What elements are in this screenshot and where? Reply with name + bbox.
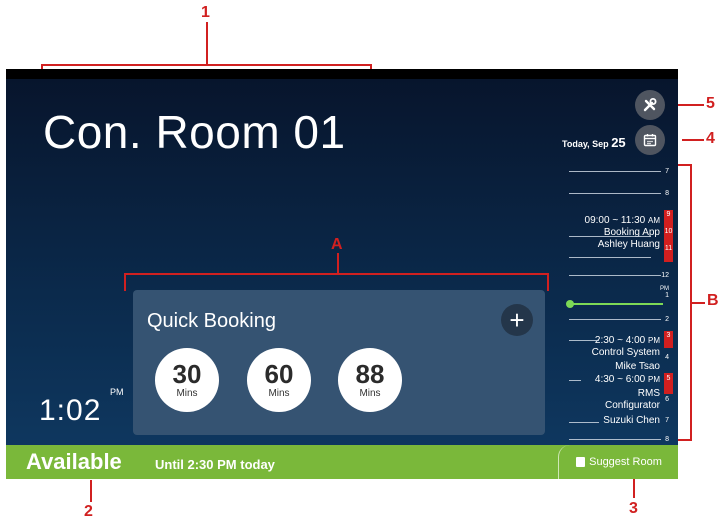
hour-label: 9 <box>666 211 671 218</box>
calendar-button[interactable] <box>635 125 665 155</box>
booked-block: 3 <box>664 331 673 348</box>
hour-label: 6 <box>665 396 669 403</box>
booking-3-host: Suzuki Chen <box>603 415 660 426</box>
hour-line <box>569 257 651 258</box>
hour-line <box>569 275 661 276</box>
annotation-1: 1 <box>201 4 210 21</box>
add-booking-button[interactable]: + <box>501 304 533 336</box>
hour-line <box>569 236 651 237</box>
current-time-line <box>569 303 663 305</box>
current-time-dot <box>566 300 574 308</box>
status-label: Available <box>26 449 122 474</box>
annotation-3-stem <box>633 476 635 498</box>
booking-1-host: Ashley Huang <box>597 239 660 250</box>
current-time: 1:02 <box>39 394 102 427</box>
hour-line <box>569 171 661 172</box>
annotation-B-stem <box>691 302 705 304</box>
booking-2-title: Control System <box>591 347 660 358</box>
hour-label: 5 <box>666 375 671 382</box>
annotation-A: A <box>331 236 343 253</box>
hour-label: 3 <box>666 332 671 339</box>
current-time-ampm: PM <box>110 387 124 397</box>
duration-value: 60 <box>264 359 294 389</box>
hour-line <box>569 319 661 320</box>
booked-block: 9 10 11 <box>664 210 673 262</box>
room-icon <box>576 457 586 467</box>
status-detail: Until 2:30 PM today <box>155 457 275 472</box>
booking-2-host: Mike Tsao <box>615 361 660 372</box>
date-prefix: Today, Sep <box>562 139 609 149</box>
annotation-A-stem <box>337 253 339 273</box>
booking-3-time: 4:30 ~ 6:00 PM <box>594 374 660 385</box>
booking-3-title: RMS Configurator <box>604 388 660 411</box>
hour-label: 1 <box>665 292 669 299</box>
duration-value: 88 <box>355 359 385 389</box>
hour-line <box>569 193 661 194</box>
annotation-1-stem <box>206 22 208 64</box>
settings-button[interactable] <box>635 90 665 120</box>
duration-unit: Mins <box>359 388 381 399</box>
annotation-2: 2 <box>84 503 93 520</box>
suggest-room-button[interactable]: Suggest Room <box>558 445 678 479</box>
quick-book-88-button[interactable]: 88 Mins <box>338 348 402 412</box>
hour-label: 2 <box>665 316 669 323</box>
quick-book-60-button[interactable]: 60 Mins <box>247 348 311 412</box>
annotation-A-bracket-left <box>124 273 126 291</box>
hour-line <box>569 380 581 381</box>
annotation-1-bracket-top <box>41 64 372 66</box>
annotation-B-bracket-top <box>678 164 692 166</box>
booking-1[interactable]: 09:00 ~ 11:30 AM Booking App Ashley Huan… <box>585 215 660 251</box>
booking-2[interactable]: 2:30 ~ 4:00 PM Control System <box>592 335 660 359</box>
annotation-3: 3 <box>629 500 638 517</box>
annotation-A-bracket-right <box>547 273 549 291</box>
hour-label: 11 <box>664 245 673 252</box>
hour-label: 4 <box>665 354 669 361</box>
schedule-timeline[interactable]: 7 8 9 10 11 09:00 ~ 11:30 AM Booking App… <box>566 164 674 444</box>
booking-3[interactable]: 4:30 ~ 6:00 PM <box>595 374 660 386</box>
room-display-screen: Con. Room 01 Today, Sep 25 7 8 9 10 11 0… <box>6 69 678 479</box>
duration-unit: Mins <box>176 388 198 399</box>
duration-unit: Mins <box>268 388 290 399</box>
quick-booking-title: Quick Booking <box>147 310 276 332</box>
booked-block: 5 <box>664 373 673 394</box>
annotation-5: 5 <box>706 95 715 112</box>
hour-line <box>569 439 661 440</box>
hour-label: 7 <box>665 168 669 175</box>
today-date: Today, Sep 25 <box>562 135 626 150</box>
annotation-2-stem <box>90 480 92 502</box>
hour-label: 10 <box>664 228 673 235</box>
annotation-B-bracket-bottom <box>678 439 692 441</box>
quick-booking-panel: Quick Booking + 30 Mins 60 Mins 88 Mins <box>133 290 545 435</box>
annotation-4: 4 <box>706 130 715 147</box>
annotation-B: B <box>707 292 719 309</box>
quick-book-30-button[interactable]: 30 Mins <box>155 348 219 412</box>
hour-line <box>569 340 599 341</box>
duration-value: 30 <box>172 359 202 389</box>
hour-label: 8 <box>665 436 669 443</box>
top-bar <box>6 69 678 79</box>
hour-label: 12 <box>661 272 669 279</box>
hour-label: 8 <box>665 190 669 197</box>
tools-icon <box>643 98 657 112</box>
booking-1-time: 09:00 ~ 11:30 AM <box>584 215 660 226</box>
annotation-4-stem <box>682 139 704 141</box>
calendar-icon <box>643 134 657 147</box>
booking-2-time: 2:30 ~ 4:00 PM <box>594 335 660 346</box>
suggest-room-label: Suggest Room <box>589 456 662 468</box>
booking-1-title: Booking App <box>603 227 660 238</box>
annotation-A-bracket-top <box>124 273 549 275</box>
hour-label: 7 <box>665 417 669 424</box>
date-day: 25 <box>611 135 626 150</box>
room-title: Con. Room 01 <box>43 106 346 158</box>
hour-line <box>569 422 599 423</box>
